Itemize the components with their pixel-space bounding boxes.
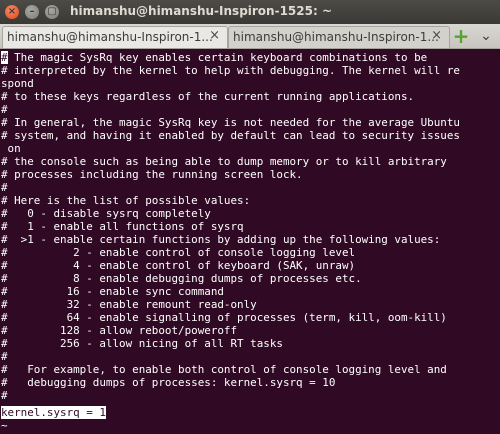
tab-close-icon[interactable]: × (209, 28, 220, 43)
terminal-content[interactable]: # The magic SysRq key enables certain ke… (0, 49, 500, 434)
terminal-line: spond (1, 77, 34, 90)
tab-close-icon[interactable]: × (431, 28, 442, 43)
terminal-line: # 256 - allow nicing of all RT tasks (1, 337, 283, 350)
title-bar[interactable]: × – ▢ himanshu@himanshu-Inspiron-1525: ~ (0, 0, 500, 24)
tab-terminal-2[interactable]: himanshu@himanshu-Inspiron-1... × (228, 26, 450, 48)
terminal-line: # 64 - enable signalling of processes (t… (1, 311, 447, 324)
terminal-line: # 2 - enable control of console logging … (1, 246, 356, 259)
terminal-line: # The magic SysRq key enables certain ke… (1, 51, 427, 64)
terminal-line: # (1, 103, 8, 116)
terminal-line: # 4 - enable control of keyboard (SAK, u… (1, 259, 356, 272)
terminal-line: # For example, to enable both control of… (1, 363, 447, 376)
terminal-line: ~ (1, 419, 8, 432)
terminal-line: on (1, 142, 21, 155)
terminal-line: # the console such as being able to dump… (1, 155, 447, 168)
tab-bar: himanshu@himanshu-Inspiron-1... × himans… (0, 24, 500, 49)
tab-label: himanshu@himanshu-Inspiron-1... (233, 30, 439, 44)
terminal-line: # (1, 389, 8, 402)
minimize-window-icon[interactable]: – (25, 5, 39, 19)
maximize-window-icon[interactable]: ▢ (45, 5, 59, 19)
terminal-line: # interpreted by the kernel to help with… (1, 64, 460, 77)
tab-list-chevron-icon[interactable]: ⌄ (477, 26, 495, 46)
terminal-window: × – ▢ himanshu@himanshu-Inspiron-1525: ~… (0, 0, 500, 434)
terminal-line: # (1, 181, 8, 194)
tab-label: himanshu@himanshu-Inspiron-1... (7, 30, 213, 44)
terminal-line: # In general, the magic SysRq key is not… (1, 116, 460, 129)
tab-terminal-1[interactable]: himanshu@himanshu-Inspiron-1... × (2, 26, 228, 48)
new-tab-plus-icon[interactable]: + (451, 26, 471, 46)
window-title: himanshu@himanshu-Inspiron-1525: ~ (70, 4, 333, 18)
terminal-line: # processes including the running screen… (1, 168, 303, 181)
terminal-line: # Here is the list of possible values: (1, 194, 251, 207)
terminal-line: # 16 - enable sync command (1, 285, 224, 298)
terminal-line: # 0 - disable sysrq completely (1, 207, 211, 220)
terminal-line: # 32 - enable remount read-only (1, 298, 257, 311)
terminal-line: # to these keys regardless of the curren… (1, 90, 415, 103)
terminal-line: # debugging dumps of processes: kernel.s… (1, 376, 336, 389)
terminal-line: # 1 - enable all functions of sysrq (1, 220, 244, 233)
terminal-line: # 128 - allow reboot/poweroff (1, 324, 238, 337)
close-window-icon[interactable]: × (5, 5, 19, 19)
terminal-line-selected: kernel.sysrq = 1 (1, 406, 106, 419)
terminal-line: # system, and having it enabled by defau… (1, 129, 460, 142)
terminal-line: # 8 - enable debugging dumps of processe… (1, 272, 362, 285)
terminal-line: # (1, 350, 8, 363)
terminal-line: # >1 - enable certain functions by addin… (1, 233, 441, 246)
terminal-line-text: The magic SysRq key enables certain keyb… (7, 51, 428, 64)
